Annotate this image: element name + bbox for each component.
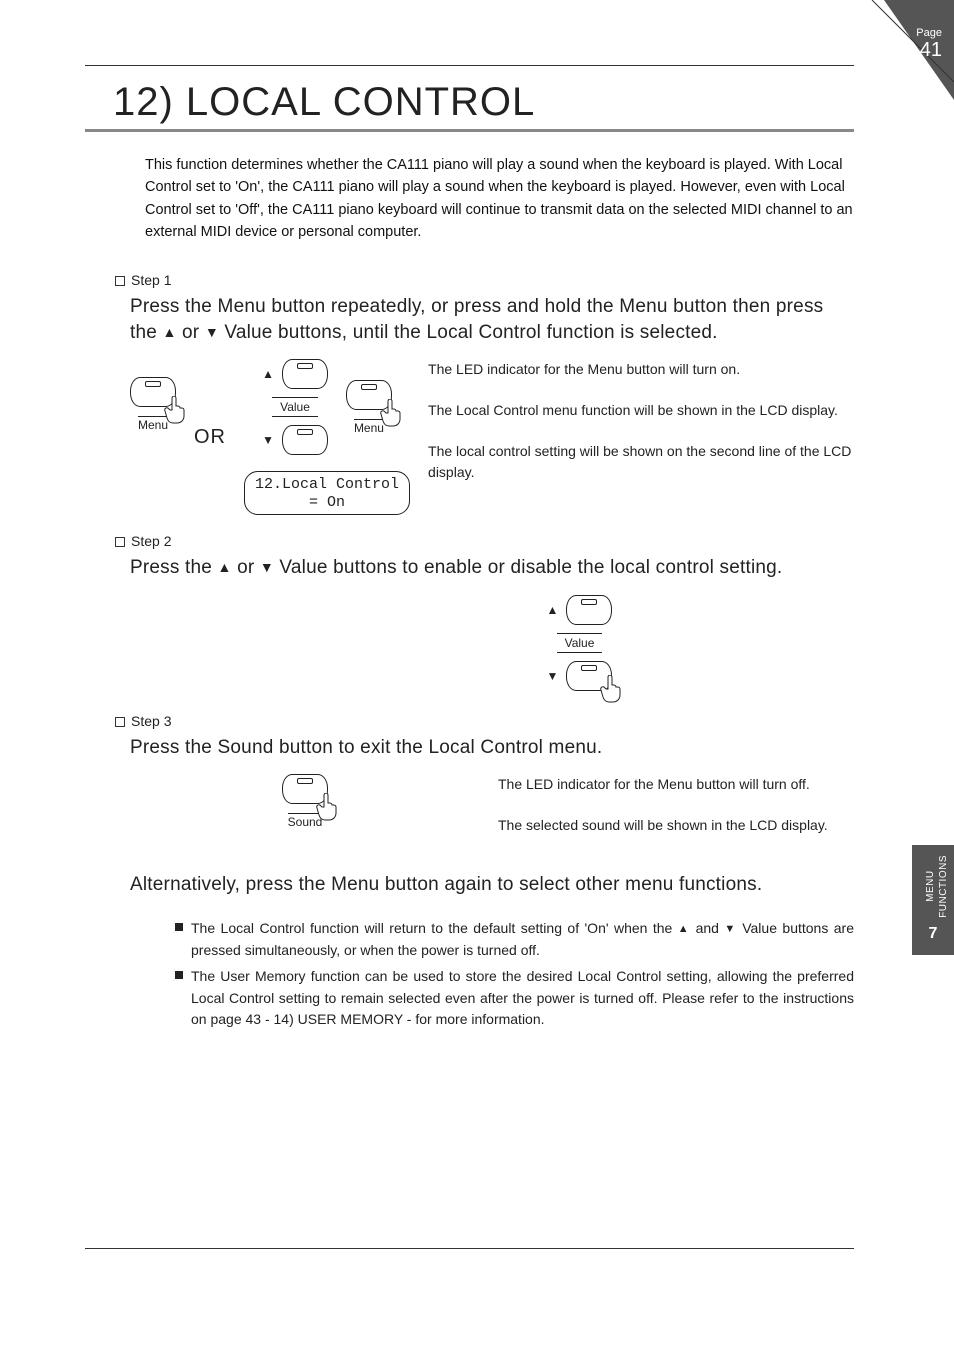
section-tab: MENU FUNCTIONS 7 bbox=[912, 845, 954, 955]
lcd-display: 12.Local Control = On bbox=[244, 471, 410, 515]
step1-figure: Menu OR ▲ Value ▼ bbox=[130, 359, 854, 515]
down-triangle-icon: ▼ bbox=[262, 433, 274, 447]
menu-button-figure-2: Menu bbox=[346, 380, 392, 435]
value-up-button-icon bbox=[566, 595, 612, 625]
down-triangle-icon: ▼ bbox=[724, 923, 736, 935]
alt-instruction: Alternatively, press the Menu button aga… bbox=[130, 874, 854, 896]
step1-note2: The Local Control menu function will be … bbox=[428, 400, 854, 421]
bottom-rule bbox=[85, 1248, 854, 1249]
down-triangle-icon: ▼ bbox=[260, 559, 274, 575]
hand-icon bbox=[164, 396, 188, 424]
up-triangle-icon: ▲ bbox=[547, 603, 559, 617]
value-buttons-figure: ▲ Value ▼ bbox=[262, 359, 328, 455]
step3-figure: Sound The LED indicator for the Menu but… bbox=[130, 774, 854, 856]
step3-note1: The LED indicator for the Menu button wi… bbox=[498, 774, 854, 795]
step2-instruction: Press the ▲ or ▼ Value buttons to enable… bbox=[130, 555, 854, 581]
up-triangle-icon: ▲ bbox=[218, 559, 232, 575]
page-corner: Page 41 bbox=[854, 0, 954, 100]
up-triangle-icon: ▲ bbox=[163, 324, 177, 340]
step3-instruction: Press the Sound button to exit the Local… bbox=[130, 735, 854, 761]
hand-icon bbox=[600, 675, 624, 703]
intro-paragraph: This function determines whether the CA1… bbox=[145, 154, 854, 244]
step1-head: Step 1 bbox=[115, 272, 854, 288]
step1-note3: The local control setting will be shown … bbox=[428, 441, 854, 483]
value-up-button-icon bbox=[282, 359, 328, 389]
or-word: OR bbox=[194, 426, 226, 449]
sidetab-section-number: 7 bbox=[912, 925, 954, 943]
value-buttons-figure: ▲ Value ▼ bbox=[305, 595, 854, 691]
down-triangle-icon: ▼ bbox=[205, 324, 219, 340]
value-down-button-icon bbox=[282, 425, 328, 455]
bullet-icon bbox=[175, 923, 183, 931]
menu-button-figure: Menu bbox=[130, 377, 176, 432]
step1-note1: The LED indicator for the Menu button wi… bbox=[428, 359, 854, 380]
page-label: Page bbox=[916, 28, 942, 40]
down-triangle-icon: ▼ bbox=[547, 669, 559, 683]
step3-note2: The selected sound will be shown in the … bbox=[498, 815, 854, 836]
footnotes: The Local Control function will return t… bbox=[175, 918, 854, 1030]
up-triangle-icon: ▲ bbox=[678, 923, 690, 935]
hand-icon bbox=[316, 793, 340, 821]
step3-head: Step 3 bbox=[115, 713, 854, 729]
up-triangle-icon: ▲ bbox=[262, 367, 274, 381]
bullet-icon bbox=[175, 971, 183, 979]
sound-button-figure: Sound bbox=[282, 774, 328, 829]
step1-instruction: Press the Menu button repeatedly, or pre… bbox=[130, 294, 854, 345]
hand-icon bbox=[380, 399, 404, 427]
page-number: 41 bbox=[916, 40, 942, 61]
page-title: 12) LOCAL CONTROL bbox=[85, 72, 854, 132]
step2-head: Step 2 bbox=[115, 533, 854, 549]
sidetab-line1: MENU bbox=[925, 871, 936, 902]
sidetab-line2: FUNCTIONS bbox=[938, 855, 949, 918]
